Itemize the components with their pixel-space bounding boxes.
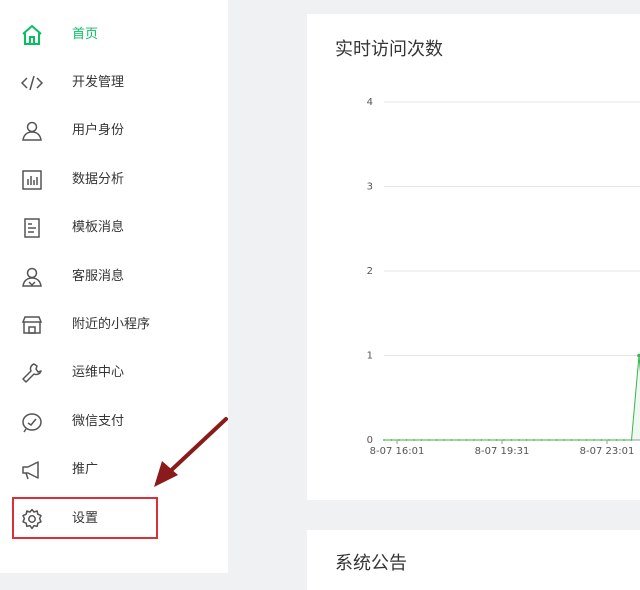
sidebar-item-6[interactable]: 附近的小程序 [0, 305, 228, 345]
data-point [585, 439, 588, 441]
data-point [435, 439, 438, 441]
data-point [533, 439, 535, 441]
data-point [525, 439, 528, 441]
sidebar-item-label: 附近的小程序 [72, 317, 151, 332]
settings-highlight-box [12, 497, 158, 539]
data-point [473, 439, 475, 441]
code-icon [20, 71, 44, 95]
data-point [458, 439, 460, 441]
sidebar-item-1[interactable]: 开发管理 [0, 63, 228, 103]
data-point [593, 439, 595, 441]
sidebar-item-4[interactable]: 模板消息 [0, 208, 228, 248]
home-icon [20, 23, 44, 47]
sidebar-item-label: 数据分析 [72, 172, 125, 187]
data-point [510, 439, 513, 441]
store-icon [20, 313, 44, 337]
payment-icon [20, 410, 44, 434]
data-point [570, 439, 573, 441]
y-tick-label: 3 [367, 182, 373, 193]
data-point [488, 439, 490, 441]
user-icon [20, 119, 44, 143]
data-point [480, 439, 483, 441]
bar-chart-icon [20, 168, 44, 192]
data-point [428, 439, 430, 441]
megaphone-icon [20, 458, 44, 482]
support-user-icon [20, 265, 44, 289]
data-point [518, 439, 520, 441]
sidebar-item-label: 推广 [72, 462, 99, 477]
data-point [398, 439, 400, 441]
notice-card: 系统公告 [307, 530, 640, 590]
data-point [383, 439, 385, 441]
sidebar-item-label: 开发管理 [72, 75, 125, 90]
sidebar-item-2[interactable]: 用户身份 [0, 111, 228, 151]
sidebar-item-label: 首页 [72, 27, 99, 42]
data-point [555, 439, 558, 441]
visits-chart: 0 1 2 3 4 8-07 16:01 8-07 19:31 8-07 23:01 [367, 97, 640, 457]
y-tick-label: 1 [367, 351, 373, 362]
data-point [503, 439, 505, 441]
y-tick-label: 0 [367, 435, 373, 446]
sidebar-item-3[interactable]: 数据分析 [0, 160, 228, 200]
data-point [563, 439, 565, 441]
visits-card: 实时访问次数 0 1 2 3 4 8-07 16:01 8-07 19:31 8-07 23:… [307, 14, 640, 500]
data-point [630, 439, 633, 441]
sidebar-item-7[interactable]: 运维中心 [0, 353, 228, 393]
sidebar-item-0[interactable]: 首页 [0, 15, 228, 55]
data-point [495, 439, 498, 441]
data-point [615, 439, 618, 441]
sidebar-item-label: 用户身份 [72, 123, 125, 138]
data-point [548, 439, 550, 441]
data-point [540, 439, 543, 441]
y-tick-label: 2 [367, 266, 373, 277]
data-point [443, 439, 445, 441]
data-point [623, 439, 625, 441]
series-line [384, 355, 640, 441]
x-tick-label: 8-07 16:01 [370, 446, 425, 457]
data-point [413, 439, 415, 441]
x-tick-label: 8-07 19:31 [475, 446, 530, 457]
document-icon [20, 216, 44, 240]
data-point [420, 439, 423, 441]
main-content: 实时访问次数 0 1 2 3 4 8-07 16:01 8-07 19:31 8-07 23:… [228, 0, 640, 590]
sidebar-item-label: 运维中心 [72, 365, 125, 380]
notice-card-title: 系统公告 [335, 553, 407, 574]
y-tick-label: 4 [367, 97, 373, 108]
pointer-arrow-icon [154, 417, 228, 487]
series-area [384, 355, 640, 440]
data-point [390, 439, 393, 441]
sidebar-item-label: 微信支付 [72, 414, 125, 429]
data-point [600, 439, 603, 441]
data-point [465, 439, 468, 441]
sidebar-item-5[interactable]: 客服消息 [0, 257, 228, 297]
data-point [608, 439, 610, 441]
data-point [578, 439, 580, 441]
sidebar-item-label: 客服消息 [72, 269, 125, 284]
x-tick-label: 8-07 23:01 [580, 446, 635, 457]
data-point [405, 439, 408, 441]
data-point [450, 439, 453, 441]
sidebar-item-label: 模板消息 [72, 220, 125, 235]
wrench-icon [20, 361, 44, 385]
